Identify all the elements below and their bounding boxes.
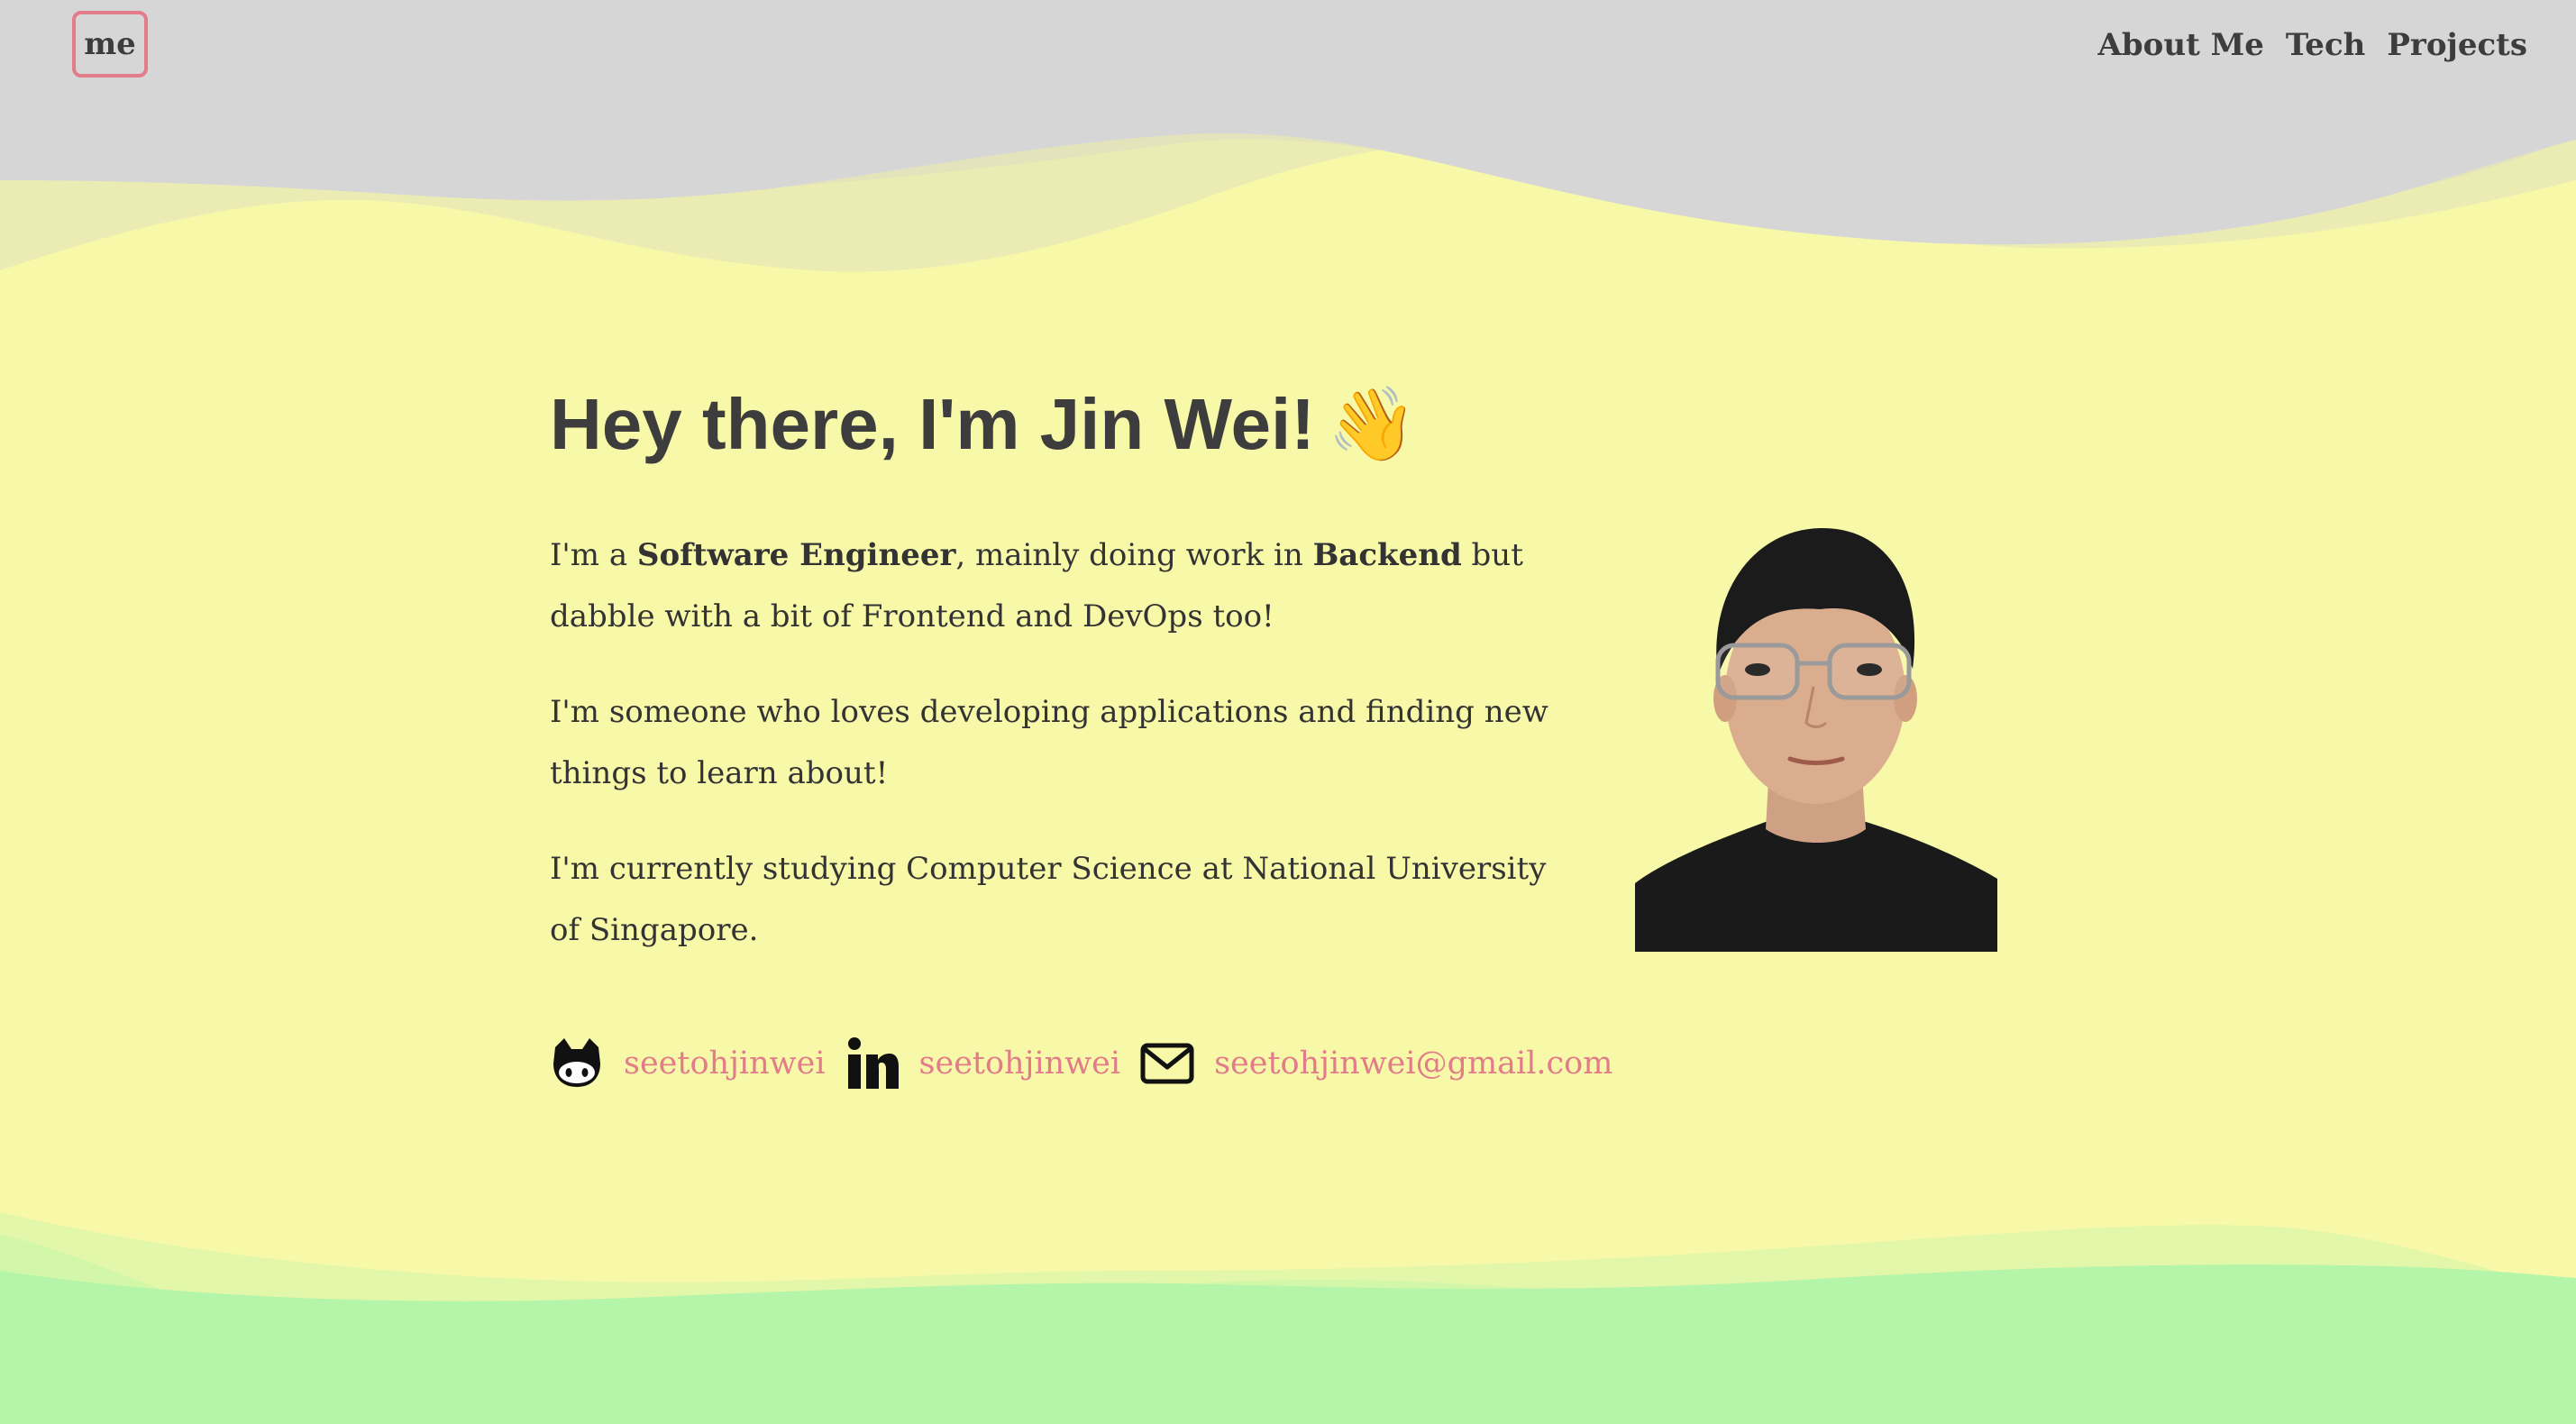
nav-link-about-me[interactable]: About Me — [2098, 22, 2264, 68]
email-link[interactable]: seetohjinwei@gmail.com — [1214, 1045, 1612, 1082]
mail-icon[interactable] — [1140, 1036, 1194, 1091]
role-prefix-text: I'm a — [550, 537, 637, 573]
intro-paragraph-interests: I'm someone who loves developing applica… — [550, 694, 1548, 791]
github-link[interactable]: seetohjinwei — [624, 1045, 826, 1082]
page-title-text: Hey there, I'm Jin Wei! — [550, 384, 1315, 464]
top-nav: About Me Tech Projects — [2098, 22, 2527, 68]
nav-link-tech[interactable]: Tech — [2286, 22, 2365, 68]
home-logo-button[interactable]: me — [72, 11, 148, 78]
profile-photo — [1635, 527, 1997, 952]
linkedin-icon[interactable] — [845, 1036, 900, 1091]
intro-paragraphs: I'm a Software Engineer, mainly doing wo… — [550, 525, 1559, 995]
page-title: Hey there, I'm Jin Wei! 👋 — [550, 382, 1418, 467]
linkedin-link[interactable]: seetohjinwei — [919, 1045, 1121, 1082]
intro-paragraph-role: I'm a Software Engineer, mainly doing wo… — [550, 525, 1559, 647]
github-icon[interactable] — [550, 1036, 604, 1091]
social-links: seetohjinwei seetohjinwei seetohjinwei@g… — [550, 1036, 1632, 1091]
role-middle-text: , mainly doing work in — [955, 537, 1313, 573]
role-text: Software Engineer — [636, 537, 956, 573]
focus-text: Backend — [1312, 537, 1462, 573]
waving-hand-emoji: 👋 — [1327, 384, 1418, 464]
nav-link-projects[interactable]: Projects — [2387, 22, 2527, 68]
intro-paragraph-education: I'm currently studying Computer Science … — [550, 851, 1547, 948]
